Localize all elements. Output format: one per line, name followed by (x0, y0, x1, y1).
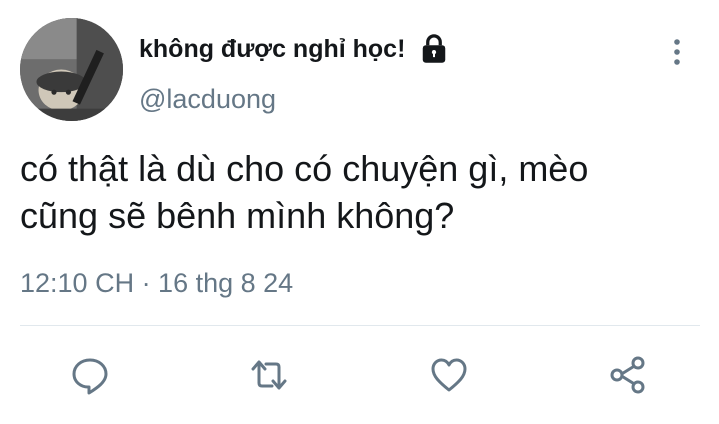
share-button[interactable] (608, 355, 648, 395)
divider (20, 325, 700, 326)
reply-icon (72, 358, 108, 395)
display-name[interactable]: không được nghỉ học! (139, 35, 405, 64)
lock-icon (419, 34, 449, 64)
user-handle[interactable]: @lacduong (139, 84, 276, 115)
more-vertical-icon[interactable] (666, 37, 688, 67)
like-button[interactable] (429, 355, 469, 395)
retweet-icon (251, 360, 287, 390)
avatar-photo-icon (20, 18, 123, 121)
tweet-timestamp[interactable]: 12:10 CH · 16 thg 8 24 (20, 268, 293, 299)
avatar[interactable] (20, 18, 123, 121)
reply-button[interactable] (70, 355, 110, 395)
tweet-text-line: cũng sẽ bênh mình không? (20, 195, 455, 236)
heart-icon (431, 358, 467, 392)
tweet-text-line: có thật là dù cho có chuyện gì, mèo (20, 148, 589, 189)
retweet-button[interactable] (249, 355, 289, 395)
display-name-row: không được nghỉ học! (139, 33, 449, 65)
tweet-text: có thật là dù cho có chuyện gì, mèo cũng… (20, 145, 700, 239)
share-icon (610, 356, 645, 394)
